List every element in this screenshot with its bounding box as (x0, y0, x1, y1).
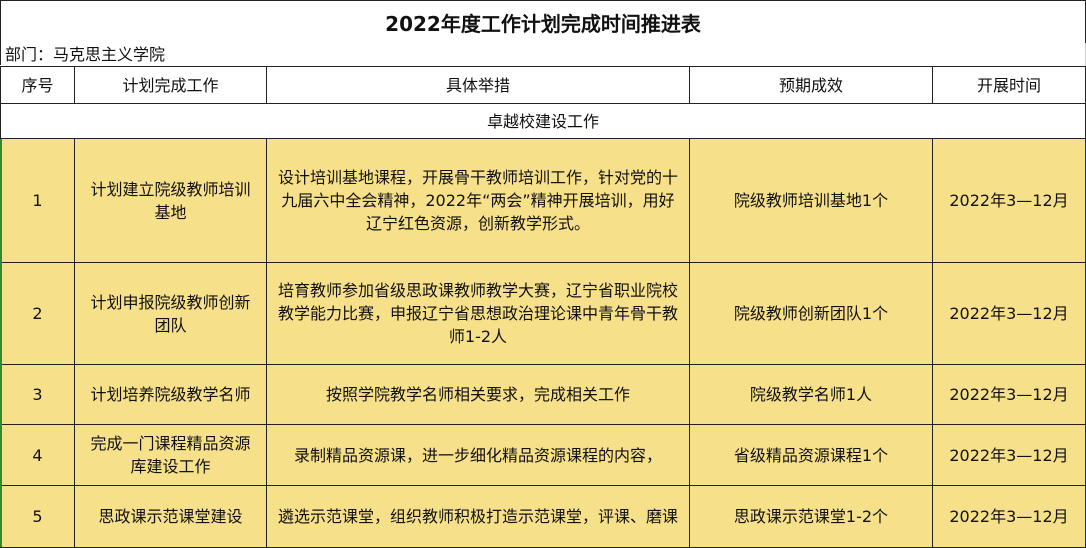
cell-no: 1 (0, 138, 75, 263)
cell-measures: 按照学院教学名师相关要求，完成相关工作 (266, 364, 690, 425)
cell-time: 2022年3—12月 (932, 138, 1086, 263)
cell-effect: 院级教师培训基地1个 (689, 138, 933, 263)
cell-work: 计划申报院级教师创新团队 (74, 262, 267, 365)
cell-effect: 院级教学名师1人 (689, 364, 933, 425)
cell-time: 2022年3—12月 (932, 262, 1086, 365)
header-time: 开展时间 (932, 66, 1086, 104)
table-row: 2 计划申报院级教师创新团队 培育教师参加省级思政课教师教学大赛，辽宁省职业院校… (0, 262, 1086, 365)
selection-edge (0, 139, 2, 547)
cell-measures: 培育教师参加省级思政课教师教学大赛，辽宁省职业院校教学能力比赛，申报辽宁省思想政… (266, 262, 690, 365)
section-title: 卓越校建设工作 (0, 103, 1086, 139)
cell-work: 思政课示范课堂建设 (74, 485, 267, 548)
table-row: 1 计划建立院级教师培训基地 设计培训基地课程，开展骨干教师培训工作，针对党的十… (0, 138, 1086, 263)
header-no: 序号 (0, 66, 75, 104)
cell-time: 2022年3—12月 (932, 424, 1086, 486)
cell-measures: 录制精品资源课，进一步细化精品资源课程的内容， (266, 424, 690, 486)
cell-no: 4 (0, 424, 75, 486)
cell-no: 2 (0, 262, 75, 365)
header-work: 计划完成工作 (74, 66, 267, 104)
cell-measures: 遴选示范课堂，组织教师积极打造示范课堂，评课、磨课 (266, 485, 690, 548)
cell-effect: 院级教师创新团队1个 (689, 262, 933, 365)
table-row: 3 计划培养院级教学名师 按照学院教学名师相关要求，完成相关工作 院级教学名师1… (0, 364, 1086, 425)
header-effect: 预期成效 (689, 66, 933, 104)
header-row: 序号 计划完成工作 具体举措 预期成效 开展时间 (0, 66, 1086, 104)
plan-table: 序号 计划完成工作 具体举措 预期成效 开展时间 卓越校建设工作 1 计划建立院… (0, 66, 1086, 548)
cell-effect: 省级精品资源课程1个 (689, 424, 933, 486)
header-measures: 具体举措 (266, 66, 690, 104)
section-row: 卓越校建设工作 (0, 103, 1086, 139)
cell-time: 2022年3—12月 (932, 485, 1086, 548)
cell-work: 计划建立院级教师培训基地 (74, 138, 267, 263)
department-label: 部门：马克思主义学院 (0, 43, 1086, 65)
cell-no: 5 (0, 485, 75, 548)
cell-measures: 设计培训基地课程，开展骨干教师培训工作，针对党的十九届六中全会精神，2022年“… (266, 138, 690, 263)
cell-time: 2022年3—12月 (932, 364, 1086, 425)
cell-work: 计划培养院级教学名师 (74, 364, 267, 425)
cell-no: 3 (0, 364, 75, 425)
table-row: 5 思政课示范课堂建设 遴选示范课堂，组织教师积极打造示范课堂，评课、磨课 思政… (0, 485, 1086, 548)
cell-work: 完成一门课程精品资源库建设工作 (74, 424, 267, 486)
table-title: 2022年度工作计划完成时间推进表 (0, 0, 1086, 43)
cell-effect: 思政课示范课堂1-2个 (689, 485, 933, 548)
spreadsheet: { "title": "2022年度工作计划完成时间推进表", "departm… (0, 0, 1086, 548)
table-row: 4 完成一门课程精品资源库建设工作 录制精品资源课，进一步细化精品资源课程的内容… (0, 424, 1086, 486)
